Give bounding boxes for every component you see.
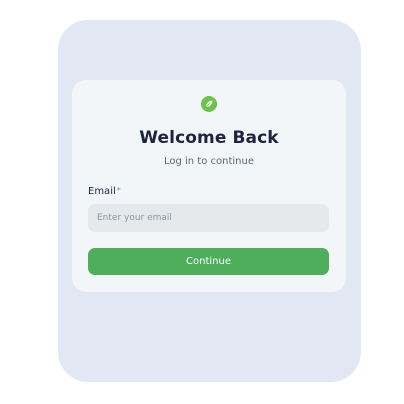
- required-marker: *: [116, 186, 121, 195]
- login-card: Welcome Back Log in to continue Email* C…: [72, 80, 346, 292]
- email-label: Email*: [88, 186, 121, 197]
- continue-button[interactable]: Continue: [88, 248, 329, 275]
- page-title: Welcome Back: [139, 128, 279, 148]
- leaf-logo-glyph: [205, 100, 213, 108]
- email-label-text: Email: [88, 186, 116, 197]
- page: Welcome Back Log in to continue Email* C…: [0, 0, 404, 404]
- page-subtitle: Log in to continue: [163, 156, 255, 167]
- leaf-logo-icon: [201, 96, 217, 112]
- email-field[interactable]: [88, 204, 329, 232]
